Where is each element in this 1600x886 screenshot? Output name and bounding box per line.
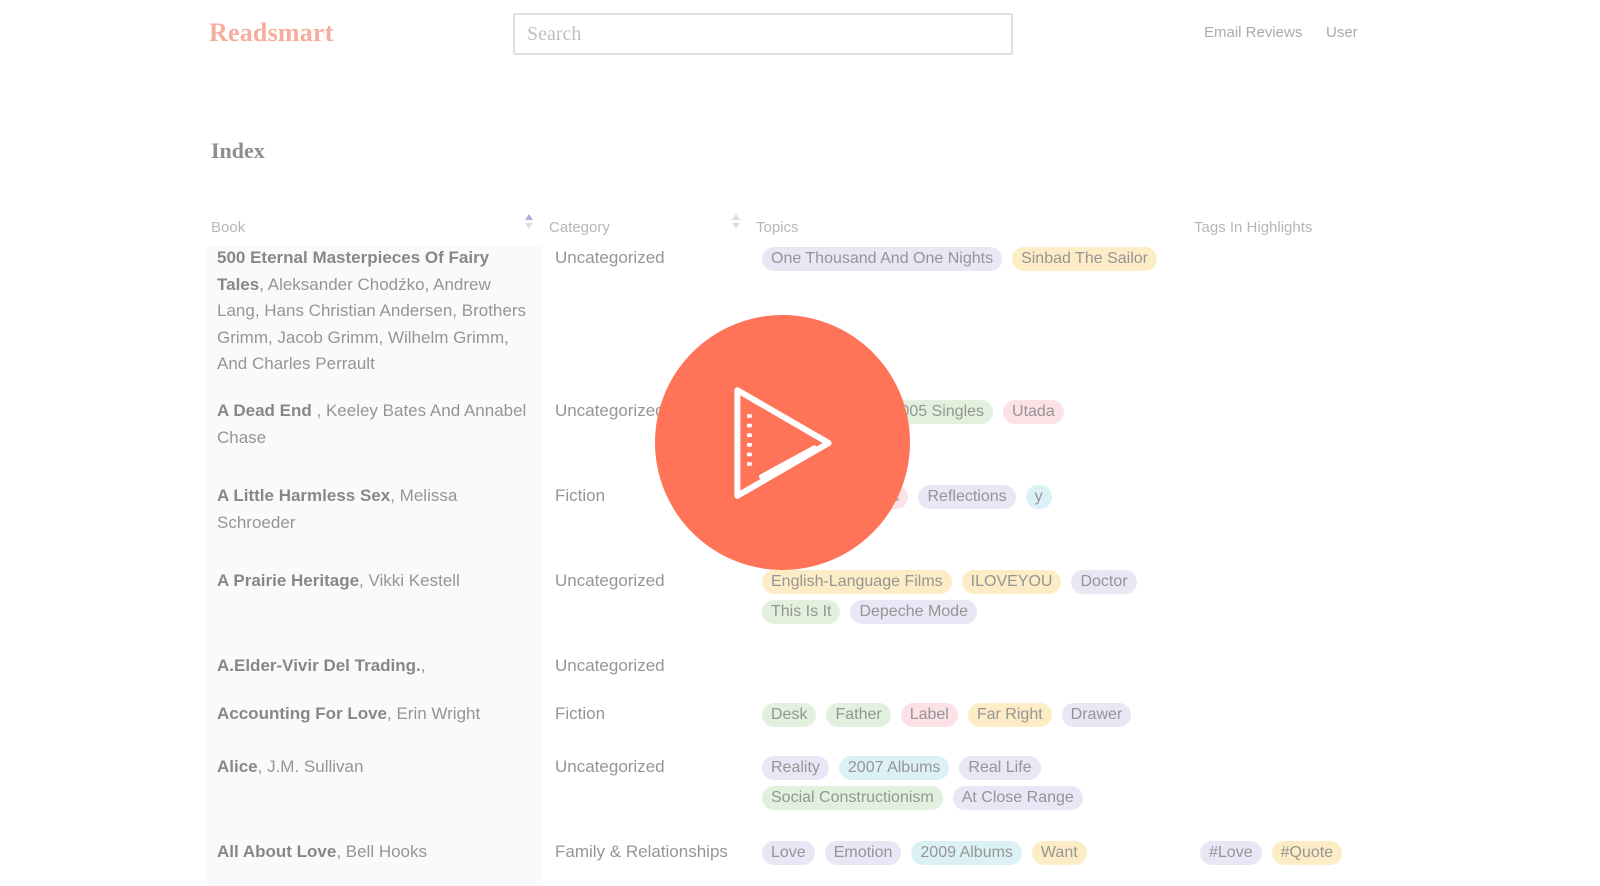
book-cell[interactable]: A.Elder-Vivir Del Trading., [217,653,535,680]
topic-tag[interactable]: Father [826,703,891,727]
topic-tag[interactable]: Social Constructionism [762,786,943,810]
topic-tag[interactable]: Reflections [918,485,1016,509]
topic-tag[interactable]: Far Right [967,703,1052,727]
topic-tag[interactable]: One Thousand And One Nights [762,247,1003,271]
topics-cell: Reality 2007 Albums Real Life Social Constr… [762,756,1182,810]
column-header-tags-in-highlights: Tags In Highlights [1194,219,1313,236]
topic-tag[interactable]: Drawer [1061,703,1132,727]
highlight-tags-cell: #Love #Quote [1200,841,1343,865]
book-cell[interactable]: 500 Eternal Masterpieces Of Fairy Tales,… [217,245,535,378]
category-cell: Fiction [555,704,606,723]
book-title[interactable]: Alice [217,757,258,776]
topic-tag[interactable]: Sinbad The Sailor [1012,247,1157,271]
category-cell: Uncategorized [555,757,665,776]
category-cell: Fiction [555,486,606,505]
topic-tag[interactable]: This Is It [762,600,841,624]
column-header-book[interactable]: Book [211,219,245,236]
topic-tag[interactable]: Desk [762,703,817,727]
book-authors: , Bell Hooks [336,842,428,861]
topic-tag[interactable]: English-Language Films [762,570,952,594]
book-title[interactable]: A Dead End [217,401,312,420]
category-cell: Uncategorized [555,656,665,675]
topic-tag[interactable]: Label [900,703,958,727]
category-cell: Uncategorized [555,571,665,590]
category-cell: Family & Relationships [555,842,728,861]
highlight-tag[interactable]: #Love [1200,841,1262,865]
search-input[interactable] [513,13,1013,55]
book-authors: , Aleksander Chodźko, Andrew Lang, Hans … [217,274,527,374]
topics-cell: One Thousand And One Nights Sinbad The Sa… [762,247,1182,271]
book-title[interactable]: A.Elder-Vivir Del Trading. [217,656,421,675]
sort-category-icon[interactable] [732,214,742,232]
topic-tag[interactable]: Real Life [959,756,1041,780]
highlight-tag[interactable]: #Quote [1271,841,1343,865]
topics-cell: Desk Father Label Far Right Drawer [762,703,1182,727]
play-icon [733,386,832,499]
book-cell[interactable]: A Prairie Heritage, Vikki Kestell [217,568,535,595]
topic-tag[interactable]: Depeche Mode [850,600,977,624]
column-header-category[interactable]: Category [549,219,610,236]
brand-logo[interactable]: Readsmart [209,18,334,48]
topic-tag[interactable]: Utada [1003,400,1064,424]
book-cell[interactable]: A Dead End , Keeley Bates And Annabel Ch… [217,398,535,451]
topic-tag[interactable]: Reality [762,756,829,780]
book-cell[interactable]: Alice, J.M. Sullivan [217,754,535,781]
page-title: Index [211,138,265,163]
book-authors: , [420,656,426,675]
book-title[interactable]: Accounting For Love [217,704,387,723]
topic-tag[interactable]: y [1025,485,1052,509]
topic-tag[interactable]: Want [1031,841,1087,865]
book-authors: , Vikki Kestell [359,571,460,590]
topic-tag[interactable]: Love [762,841,815,865]
category-cell: Uncategorized [555,401,665,420]
nav-user[interactable]: User [1326,24,1358,41]
nav-email-reviews[interactable]: Email Reviews [1204,24,1302,41]
category-cell: Uncategorized [555,248,665,267]
topic-tag[interactable]: Doctor [1071,570,1137,594]
sort-book-icon[interactable] [525,214,535,232]
topics-cell: English-Language Films ILOVEYOU Doctor This… [762,570,1182,624]
topic-tag[interactable]: ILOVEYOU [961,570,1062,594]
book-cell[interactable]: All About Love, Bell Hooks [217,839,535,866]
column-header-topics: Topics [756,219,799,236]
book-cell[interactable]: Accounting For Love, Erin Wright [217,701,535,728]
book-cell[interactable]: A Little Harmless Sex, Melissa Schroeder [217,483,535,536]
topic-tag[interactable]: Emotion [824,841,902,865]
book-authors: , Erin Wright [387,704,481,723]
topic-tag[interactable]: 2009 Albums [911,841,1022,865]
topic-tag[interactable]: 2007 Albums [838,756,950,780]
book-title[interactable]: A Little Harmless Sex [217,486,390,505]
book-authors: , J.M. Sullivan [257,757,364,776]
book-title[interactable]: All About Love [217,842,336,861]
topic-tag[interactable]: At Close Range [952,786,1083,810]
topics-cell: Love Emotion 2009 Albums Want [762,841,1182,865]
book-title[interactable]: A Prairie Heritage [217,571,359,590]
play-button[interactable] [655,315,910,570]
